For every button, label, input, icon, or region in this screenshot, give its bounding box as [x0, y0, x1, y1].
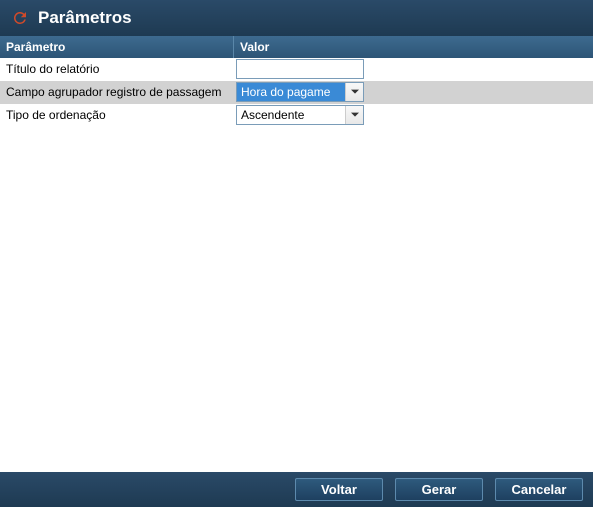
generate-button[interactable]: Gerar	[395, 478, 483, 501]
back-button[interactable]: Voltar	[295, 478, 383, 501]
header: Parâmetros	[0, 0, 593, 36]
param-label: Tipo de ordenação	[0, 106, 234, 124]
param-row: Campo agrupador registro de passagem Hor…	[0, 81, 593, 104]
group-field-select[interactable]: Hora do pagame	[236, 82, 364, 102]
content-area: Título do relatório Campo agrupador regi…	[0, 58, 593, 443]
select-value: Hora do pagame	[241, 85, 330, 99]
param-label: Campo agrupador registro de passagem	[0, 83, 234, 101]
sort-type-select[interactable]: Ascendente	[236, 105, 364, 125]
report-title-input[interactable]	[236, 59, 364, 79]
chevron-down-icon	[345, 83, 363, 101]
page-title: Parâmetros	[38, 8, 132, 28]
footer: Voltar Gerar Cancelar	[0, 472, 593, 507]
table-header: Parâmetro Valor	[0, 36, 593, 58]
select-value: Ascendente	[241, 108, 304, 122]
param-label: Título do relatório	[0, 60, 234, 78]
column-header-value: Valor	[234, 36, 593, 58]
chevron-down-icon	[345, 106, 363, 124]
param-row: Tipo de ordenação Ascendente	[0, 104, 593, 127]
column-header-param: Parâmetro	[0, 36, 234, 58]
cancel-button[interactable]: Cancelar	[495, 478, 583, 501]
app-icon	[10, 8, 30, 28]
param-row: Título do relatório	[0, 58, 593, 81]
